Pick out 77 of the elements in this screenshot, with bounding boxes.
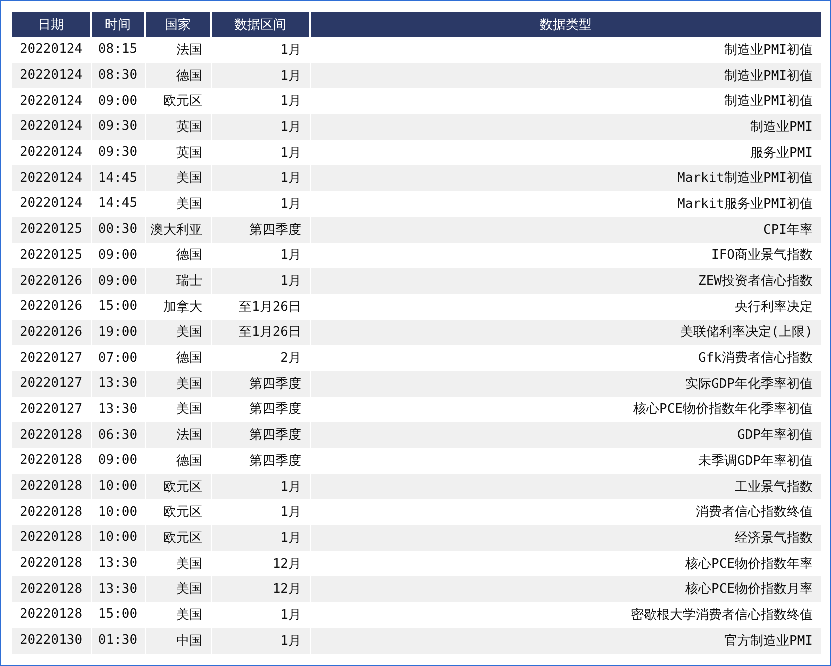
table-cell: 至1月26日	[211, 320, 310, 346]
table-cell: 13:30	[91, 370, 145, 397]
table-cell: 核心PCE物价指数年化季率初值	[310, 396, 821, 422]
table-cell: 1月	[211, 268, 310, 294]
table-cell: 工业景气指数	[310, 474, 821, 500]
table-cell: 欧元区	[145, 525, 211, 551]
table-cell: 核心PCE物价指数月率	[310, 576, 821, 602]
table-cell: 美联储利率决定(上限)	[310, 320, 821, 346]
table-cell: Markit制造业PMI初值	[310, 165, 821, 192]
table-cell: 09:00	[91, 268, 145, 294]
table-cell: 20220125	[12, 216, 91, 242]
table-cell: 12月	[211, 576, 310, 602]
table-cell: 09:30	[91, 114, 145, 140]
table-cell: 第四季度	[211, 216, 310, 242]
table-cell: 制造业PMI初值	[310, 37, 821, 63]
table-cell: 20220128	[12, 474, 91, 500]
table-cell: 制造业PMI	[310, 114, 821, 140]
table-cell: 瑞士	[145, 268, 211, 294]
table-cell: 10:00	[91, 474, 145, 500]
table-cell: 服务业PMI	[310, 140, 821, 166]
table-cell: 实际GDP年化季率初值	[310, 370, 821, 397]
table-cell: 20220126	[12, 268, 91, 294]
table-cell: 中国	[145, 628, 211, 654]
table-cell: 20220124	[12, 62, 91, 88]
table-cell: 20220130	[12, 628, 91, 654]
table-cell: ZEW投资者信心指数	[310, 268, 821, 294]
table-cell: 消费者信心指数终值	[310, 499, 821, 526]
table-cell: 未季调GDP年率初值	[310, 448, 821, 474]
table-cell: 制造业PMI初值	[310, 88, 821, 114]
column-header: 日期	[12, 12, 91, 37]
table-cell: 00:30	[91, 216, 145, 242]
table-cell: 第四季度	[211, 422, 310, 448]
table-cell: 核心PCE物价指数年率	[310, 550, 821, 576]
table-cell: 美国	[145, 370, 211, 397]
table-cell: CPI年率	[310, 216, 821, 242]
table-cell: 1月	[211, 474, 310, 500]
table-cell: 1月	[211, 525, 310, 551]
table-cell: 19:00	[91, 320, 145, 346]
column-header: 数据类型	[310, 12, 821, 37]
table-cell: 英国	[145, 114, 211, 140]
table-cell: 20220128	[12, 422, 91, 448]
column-header: 数据区间	[211, 12, 310, 37]
table-cell: 美国	[145, 165, 211, 192]
table-cell: 20220126	[12, 320, 91, 346]
table-cell: Gfk消费者信心指数	[310, 345, 821, 371]
table-cell: 10:00	[91, 525, 145, 551]
column-header: 时间	[91, 12, 145, 37]
table-cell: 14:45	[91, 165, 145, 192]
table-cell: 01:30	[91, 628, 145, 654]
table-cell: 官方制造业PMI	[310, 628, 821, 654]
table-cell: 经济景气指数	[310, 525, 821, 551]
table-cell: 美国	[145, 320, 211, 346]
table-cell: 欧元区	[145, 474, 211, 500]
table-cell: 1月	[211, 114, 310, 140]
table-cell: 20220124	[12, 165, 91, 192]
table-cell: 法国	[145, 422, 211, 448]
table-cell: 08:30	[91, 62, 145, 88]
table-cell: 1月	[211, 165, 310, 192]
column-header: 国家	[145, 12, 211, 37]
table-cell: 德国	[145, 62, 211, 88]
table-cell: 第四季度	[211, 370, 310, 397]
table-cell: IFO商业景气指数	[310, 242, 821, 268]
table-cell: GDP年率初值	[310, 422, 821, 448]
table-cell: 密歇根大学消费者信心指数终值	[310, 602, 821, 628]
table-cell: 澳大利亚	[145, 216, 211, 242]
table-cell: 制造业PMI初值	[310, 62, 821, 88]
table-cell: 20220127	[12, 370, 91, 397]
table-cell: 13:30	[91, 576, 145, 602]
table-cell: 央行利率决定	[310, 294, 821, 320]
table-cell: 20220124	[12, 114, 91, 140]
table-cell: 20220128	[12, 576, 91, 602]
table-cell: 1月	[211, 62, 310, 88]
table-cell: 1月	[211, 628, 310, 654]
table-cell: 20220128	[12, 525, 91, 551]
table-cell: Markit服务业PMI初值	[310, 191, 821, 217]
table-cell: 06:30	[91, 422, 145, 448]
table-cell: 美国	[145, 576, 211, 602]
